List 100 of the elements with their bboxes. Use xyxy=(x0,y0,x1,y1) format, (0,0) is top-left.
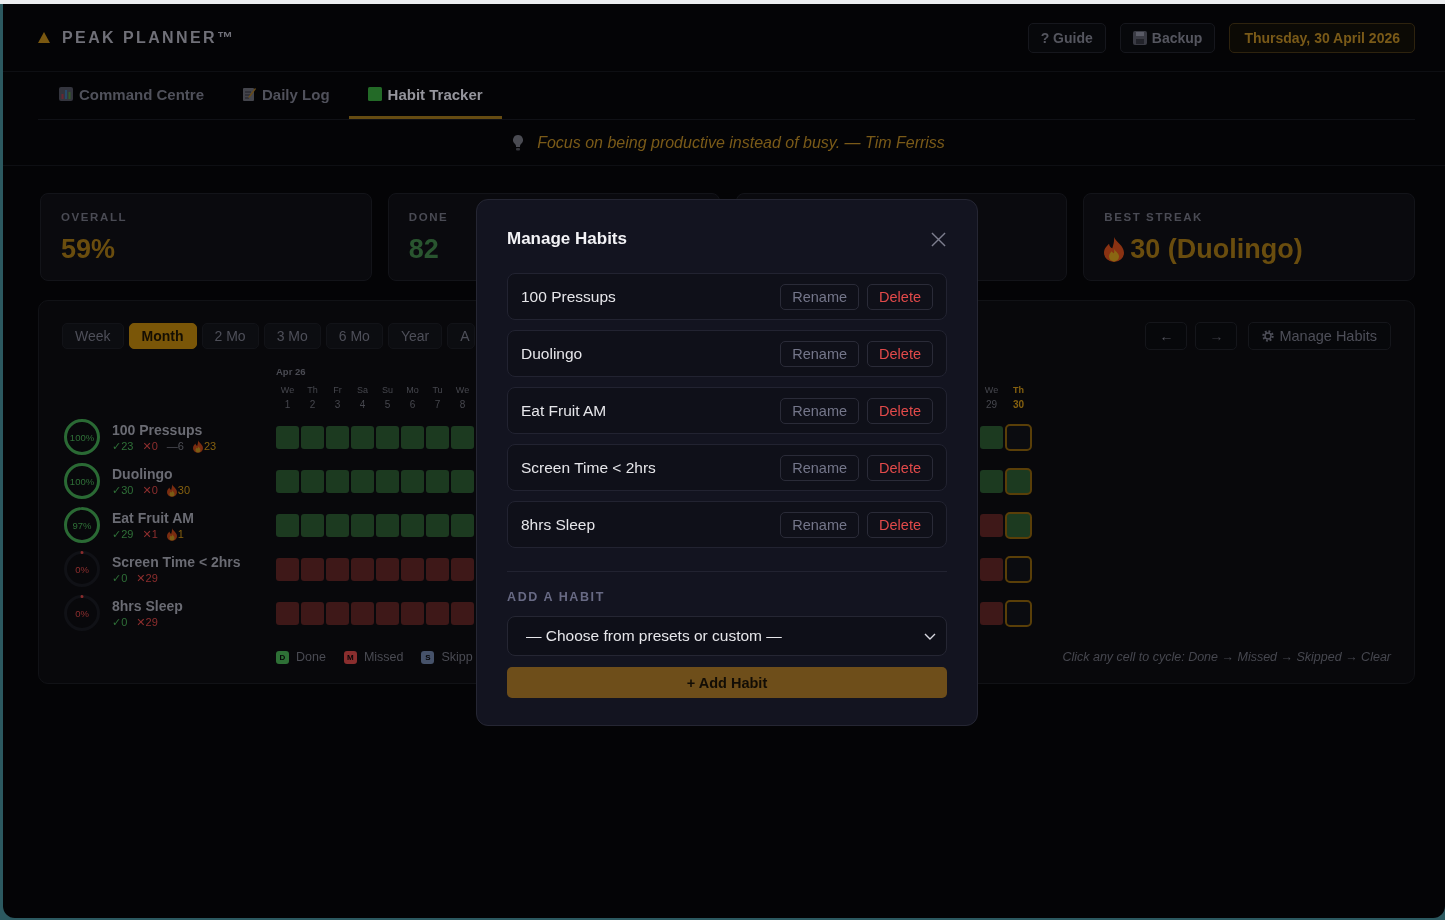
chevron-down-icon xyxy=(924,632,936,640)
day-cell[interactable] xyxy=(401,513,424,537)
day-cell[interactable] xyxy=(301,601,324,625)
day-cell[interactable] xyxy=(351,557,374,581)
legend-key: M xyxy=(343,650,357,664)
day-cell[interactable] xyxy=(376,425,399,449)
day-cell[interactable] xyxy=(276,425,299,449)
range-tab[interactable]: Month xyxy=(128,322,197,349)
day-cell[interactable] xyxy=(451,425,474,449)
day-cell[interactable] xyxy=(351,513,374,537)
day-cell[interactable] xyxy=(276,557,299,581)
rename-button[interactable]: Rename xyxy=(780,454,860,481)
habit-stat: ✓30 xyxy=(112,483,134,497)
percent-label: 100% xyxy=(69,475,95,487)
day-cell[interactable] xyxy=(980,425,1003,449)
day-cell[interactable] xyxy=(326,469,349,493)
manage-habits-button[interactable]: Manage Habits xyxy=(1248,321,1391,350)
day-cell[interactable] xyxy=(376,601,399,625)
date-button[interactable]: Thursday, 30 April 2026 xyxy=(1229,22,1415,53)
day-cell[interactable] xyxy=(401,557,424,581)
app-logo: PEAK PLANNER™ xyxy=(62,28,236,47)
weekday-label: Tu xyxy=(432,385,443,396)
day-cell[interactable] xyxy=(451,513,474,537)
day-cell[interactable] xyxy=(426,513,449,537)
day-cell[interactable] xyxy=(1005,555,1032,583)
fire-icon xyxy=(166,527,177,541)
backup-button[interactable]: Backup xyxy=(1119,22,1216,53)
preset-dropdown[interactable]: — Choose from presets or custom — xyxy=(507,616,947,656)
day-cell[interactable] xyxy=(351,425,374,449)
day-cell[interactable] xyxy=(301,513,324,537)
notepad-pencil-icon xyxy=(242,87,257,101)
range-tab[interactable]: 6 Mo xyxy=(325,322,383,349)
day-cell[interactable] xyxy=(326,425,349,449)
habit-stat: ✕29 xyxy=(136,615,158,629)
range-tab[interactable]: Week xyxy=(62,322,124,349)
delete-button[interactable]: Delete xyxy=(867,283,933,310)
fire-icon xyxy=(1104,236,1125,262)
day-cell[interactable] xyxy=(1005,467,1032,495)
day-cell[interactable] xyxy=(426,557,449,581)
day-cell[interactable] xyxy=(376,513,399,537)
fire-icon xyxy=(192,439,203,453)
day-cell[interactable] xyxy=(376,557,399,581)
rename-button[interactable]: Rename xyxy=(780,511,860,538)
previous-button[interactable]: ← xyxy=(1145,321,1188,350)
day-cell[interactable] xyxy=(326,557,349,581)
habit-name: Eat Fruit AM xyxy=(521,401,607,420)
day-cell[interactable] xyxy=(1005,599,1032,627)
date-label: 3 xyxy=(334,399,341,411)
day-cell[interactable] xyxy=(451,557,474,581)
quote-text: Focus on being productive instead of busy. — Tim Ferriss xyxy=(537,133,945,152)
day-cell[interactable] xyxy=(301,425,324,449)
day-cell[interactable] xyxy=(451,469,474,493)
day-cell[interactable] xyxy=(376,469,399,493)
day-cell[interactable] xyxy=(1005,511,1032,539)
day-cell[interactable] xyxy=(426,425,449,449)
nav-tab[interactable]: Daily Log xyxy=(223,72,349,119)
day-cell[interactable] xyxy=(351,601,374,625)
day-cell[interactable] xyxy=(276,601,299,625)
delete-button[interactable]: Delete xyxy=(867,340,933,367)
day-cell[interactable] xyxy=(426,601,449,625)
day-cell[interactable] xyxy=(980,557,1003,581)
delete-button[interactable]: Delete xyxy=(867,397,933,424)
habit-stat: ✓0 xyxy=(112,571,128,585)
day-cell[interactable] xyxy=(980,513,1003,537)
percent-label: 100% xyxy=(69,431,95,443)
nav-tab[interactable]: Habit Tracker xyxy=(348,72,502,119)
day-cell[interactable] xyxy=(301,557,324,581)
day-cell[interactable] xyxy=(426,469,449,493)
delete-button[interactable]: Delete xyxy=(867,511,933,538)
range-tab[interactable]: 3 Mo xyxy=(263,322,321,349)
day-cell[interactable] xyxy=(980,469,1003,493)
day-cell[interactable] xyxy=(276,513,299,537)
day-cell[interactable] xyxy=(980,601,1003,625)
delete-button[interactable]: Delete xyxy=(867,454,933,481)
day-cell[interactable] xyxy=(401,469,424,493)
add-habit-button[interactable]: + Add Habit xyxy=(507,667,947,698)
habit-name: Duolingo xyxy=(112,465,174,482)
habit-name: Screen Time < 2hrs xyxy=(521,458,656,477)
guide-button[interactable]: ? Guide xyxy=(1027,22,1106,53)
day-cell[interactable] xyxy=(326,513,349,537)
range-tab[interactable]: Year xyxy=(387,322,443,349)
rename-button[interactable]: Rename xyxy=(780,340,860,367)
day-cell[interactable] xyxy=(301,469,324,493)
weekday-label: Th xyxy=(307,385,318,396)
day-cell[interactable] xyxy=(401,425,424,449)
habit-stat: —6 xyxy=(166,439,184,453)
day-cell[interactable] xyxy=(1005,423,1032,451)
day-cell[interactable] xyxy=(351,469,374,493)
range-tab[interactable]: 2 Mo xyxy=(201,322,259,349)
day-cell[interactable] xyxy=(276,469,299,493)
nav-tab[interactable]: Command Centre xyxy=(40,72,224,119)
day-cell[interactable] xyxy=(401,601,424,625)
rename-button[interactable]: Rename xyxy=(780,397,860,424)
rename-button[interactable]: Rename xyxy=(780,283,860,310)
day-cell[interactable] xyxy=(326,601,349,625)
close-icon[interactable] xyxy=(931,231,946,247)
legend-key: S xyxy=(421,650,435,664)
bar-chart-icon xyxy=(59,87,73,101)
range-tab[interactable]: A xyxy=(447,322,475,349)
day-cell[interactable] xyxy=(451,601,474,625)
